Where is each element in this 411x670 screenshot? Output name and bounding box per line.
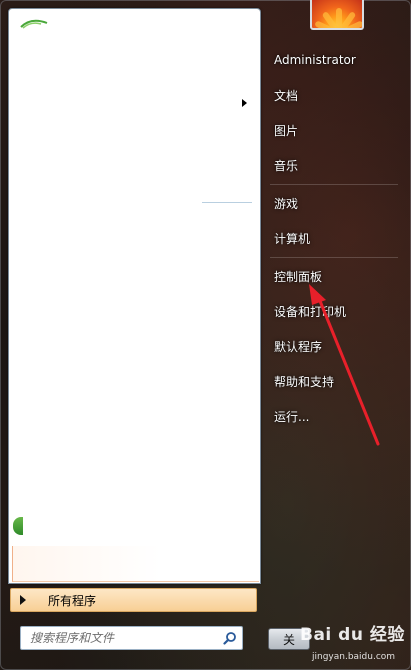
search-field[interactable] <box>20 626 243 650</box>
menu-item-control-panel[interactable]: 控制面板 <box>263 262 399 290</box>
search-input[interactable] <box>30 631 220 645</box>
menu-item-label: 计算机 <box>274 231 311 246</box>
all-programs-button[interactable]: 所有程序 <box>10 588 257 612</box>
menu-item-label: 游戏 <box>274 196 299 211</box>
app-leaf-icon <box>20 19 48 29</box>
menu-separator <box>270 184 398 185</box>
menu-item-label: 设备和打印机 <box>274 304 347 319</box>
watermark-url: jingyan.baidu.com <box>312 652 396 662</box>
shutdown-label: 关 <box>282 632 295 647</box>
menu-item-label: 音乐 <box>274 158 299 173</box>
jump-list-arrow-icon[interactable] <box>242 99 247 107</box>
menu-item-documents[interactable]: 文档 <box>263 81 399 109</box>
user-avatar[interactable] <box>310 0 364 30</box>
pinned-divider <box>202 202 252 203</box>
menu-item-label: 运行... <box>274 409 310 424</box>
menu-item-default-programs[interactable]: 默认程序 <box>263 332 399 360</box>
menu-item-devices-printers[interactable]: 设备和打印机 <box>263 297 399 325</box>
watermark-brand: Bai du 经验 <box>300 625 405 645</box>
menu-item-computer[interactable]: 计算机 <box>263 224 399 252</box>
menu-item-label: 图片 <box>274 123 299 138</box>
menu-item-games[interactable]: 游戏 <box>263 189 399 217</box>
menu-item-label: 默认程序 <box>274 339 323 354</box>
menu-item-run[interactable]: 运行... <box>263 402 399 430</box>
all-programs-label: 所有程序 <box>48 593 97 608</box>
user-name-label: Administrator <box>274 53 356 67</box>
baidu-watermark: Bai du 经验 jingyan.baidu.com <box>300 620 408 668</box>
menu-item-music[interactable]: 音乐 <box>263 151 399 179</box>
expand-arrow-icon <box>20 595 26 605</box>
programs-pane <box>8 8 261 584</box>
menu-item-label: 文档 <box>274 88 299 103</box>
menu-item-label: 帮助和支持 <box>274 374 335 389</box>
menu-item-label: 控制面板 <box>274 269 323 284</box>
menu-item-pictures[interactable]: 图片 <box>263 116 399 144</box>
recent-program-item[interactable] <box>12 546 259 582</box>
menu-item-user[interactable]: Administrator <box>263 46 399 74</box>
search-icon[interactable] <box>223 631 237 645</box>
menu-item-help-support[interactable]: 帮助和支持 <box>263 367 399 395</box>
program-icon[interactable] <box>13 517 23 535</box>
menu-separator <box>270 257 398 258</box>
